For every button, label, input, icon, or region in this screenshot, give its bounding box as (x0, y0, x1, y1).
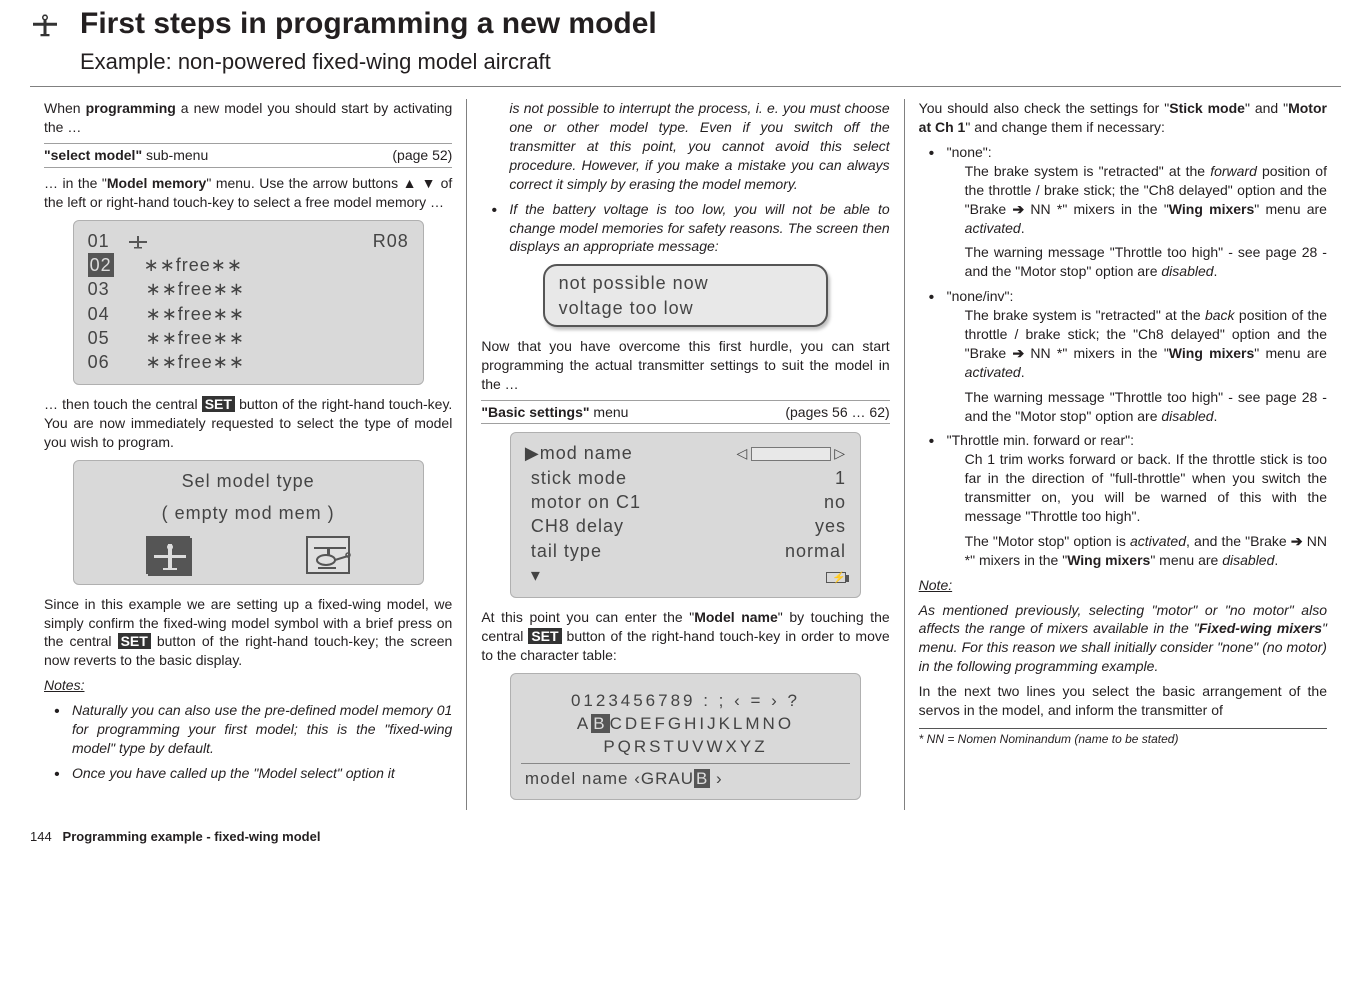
fixed-wing-small-icon (128, 235, 148, 249)
character-table-screen: 0123456789 : ; ‹ = › ? ABCDEFGHIJKLMNO P… (510, 673, 861, 800)
page-subtitle: Example: non-powered fixed-wing model ai… (80, 47, 657, 77)
right-scroll-icon: ▷ (834, 444, 846, 463)
note-body: As mentioned previously, selecting "moto… (919, 601, 1327, 677)
fixed-wing-icon (30, 10, 60, 40)
model-memory-text: … in the "Model memory" menu. Use the ar… (44, 174, 452, 212)
touch-set-text: … then touch the central SET button of t… (44, 395, 452, 452)
set-button-badge: SET (118, 633, 151, 649)
note-2: Once you have called up the "Model selec… (60, 764, 452, 783)
notes-list-2: If the battery voltage is too low, you w… (481, 200, 889, 257)
footnote-rule (919, 728, 1327, 729)
page-header: First steps in programming a new model E… (30, 0, 1341, 76)
notes-list: Naturally you can also use the pre-defin… (44, 701, 452, 783)
note-2-continued: is not possible to interrupt the process… (481, 99, 889, 193)
page-footer: 144 Programming example - fixed-wing mod… (30, 828, 1341, 846)
note-1: Naturally you can also use the pre-defin… (60, 701, 452, 758)
option-none: "none": The brake system is "retracted" … (935, 143, 1327, 281)
footnote: * NN = Nomen Nominandum (name to be stat… (919, 731, 1327, 747)
select-model-heading: "select model" sub-menu (page 52) (44, 143, 452, 168)
arrow-icon: ➔ (1012, 201, 1024, 217)
option-none-inv: "none/inv": The brake system is "retract… (935, 287, 1327, 425)
model-name-text: At this point you can enter the "Model n… (481, 608, 889, 665)
basic-settings-screen: ▶mod name ◁ ▷ stick mode1 motor on C1no … (510, 432, 861, 598)
voltage-low-message: not possible now voltage too low (543, 264, 829, 327)
set-button-badge: SET (528, 628, 561, 644)
set-button-badge: SET (202, 396, 235, 412)
column-1: When programming a new model you should … (30, 99, 467, 809)
fixed-wing-confirm-text: Since in this example we are setting up … (44, 595, 452, 671)
note-3: If the battery voltage is too low, you w… (497, 200, 889, 257)
heli-type-icon (306, 536, 350, 574)
fixed-wing-type-icon (146, 536, 190, 574)
sel-model-type-screen: Sel model type ( empty mod mem ) (73, 460, 424, 585)
header-divider (30, 86, 1341, 87)
options-list: "none": The brake system is "retracted" … (919, 143, 1327, 570)
content-columns: When programming a new model you should … (30, 99, 1341, 809)
left-scroll-icon: ◁ (737, 444, 749, 463)
notes-heading: Notes: (44, 676, 452, 695)
check-settings-text: You should also check the settings for "… (919, 99, 1327, 137)
column-2: is not possible to interrupt the process… (467, 99, 904, 809)
next-lines-text: In the next two lines you select the bas… (919, 682, 1327, 720)
page-title: First steps in programming a new model (80, 4, 657, 45)
column-3: You should also check the settings for "… (905, 99, 1341, 809)
arrow-icon: ➔ (1012, 345, 1024, 361)
model-memory-screen: 01 R08 02 ∗∗free∗∗ 03 ∗∗free∗∗ 04 ∗∗free… (73, 220, 424, 386)
note-heading: Note: (919, 576, 1327, 595)
intro-text: When programming a new model you should … (44, 99, 452, 137)
basic-settings-heading: "Basic settings" menu (pages 56 … 62) (481, 400, 889, 425)
overcome-hurdle-text: Now that you have overcome this first hu… (481, 337, 889, 394)
arrow-icon: ➔ (1291, 533, 1303, 549)
battery-icon: ⚡ (826, 572, 846, 583)
option-throttle-min: "Throttle min. forward or rear": Ch 1 tr… (935, 431, 1327, 569)
